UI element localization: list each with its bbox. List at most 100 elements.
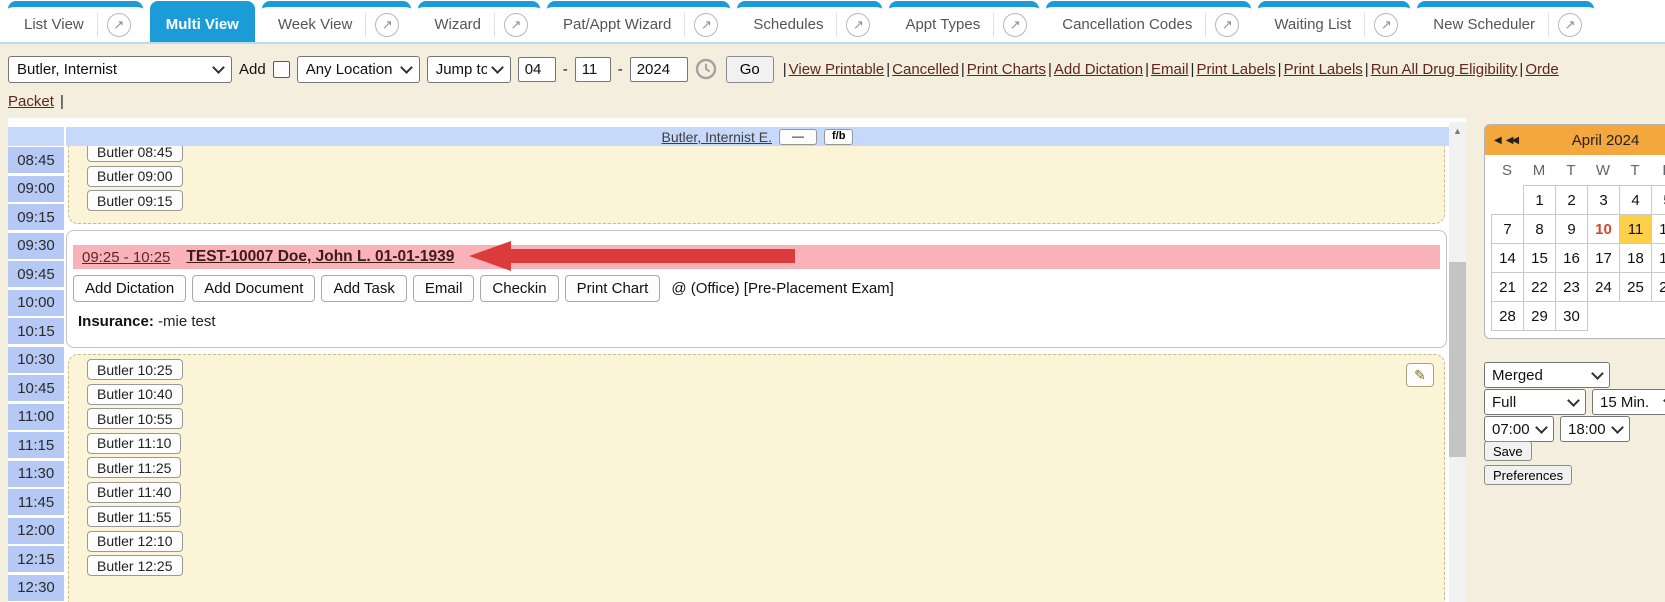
tab-week-view[interactable]: Week View↗ xyxy=(262,1,411,42)
toolbar-link-orde[interactable]: Orde xyxy=(1525,61,1558,78)
open-slot-button-butler-12-25[interactable]: Butler 12:25 xyxy=(87,555,183,576)
calendar-day-2[interactable]: 2 xyxy=(1555,185,1588,215)
clock-icon[interactable] xyxy=(695,57,719,81)
tab-cancellation-codes[interactable]: Cancellation Codes↗ xyxy=(1046,1,1251,42)
go-button[interactable]: Go xyxy=(726,56,774,83)
preferences-button[interactable]: Preferences xyxy=(1484,465,1572,485)
calendar-day-3[interactable]: 3 xyxy=(1587,185,1620,215)
scroll-up-arrow-icon[interactable]: ▲ xyxy=(1449,122,1466,139)
toolbar-link-email[interactable]: Email xyxy=(1151,61,1189,78)
open-slot-button-butler-09-00[interactable]: Butler 09:00 xyxy=(87,166,183,187)
interval-select[interactable]: 15 Min. xyxy=(1592,389,1665,415)
year-input[interactable]: 2024 xyxy=(630,57,688,82)
view-mode-select[interactable]: Merged xyxy=(1484,362,1610,388)
calendar-day-4[interactable]: 4 xyxy=(1619,185,1652,215)
prev-year-icon[interactable]: ◀◀ xyxy=(1506,135,1517,146)
open-in-new-icon[interactable]: ↗ xyxy=(375,13,399,37)
open-in-new-icon[interactable]: ↗ xyxy=(694,13,718,37)
calendar-day-10[interactable]: 10 xyxy=(1587,214,1620,244)
open-in-new-icon[interactable]: ↗ xyxy=(107,13,131,37)
calendar-day-8[interactable]: 8 xyxy=(1523,214,1556,244)
tab-pat-appt-wizard[interactable]: Pat/Appt Wizard↗ xyxy=(547,1,730,42)
toolbar-link-add-dictation[interactable]: Add Dictation xyxy=(1054,61,1143,78)
add-document-button[interactable]: Add Document xyxy=(192,275,315,302)
open-in-new-icon[interactable]: ↗ xyxy=(1374,13,1398,37)
day-end-select[interactable]: 18:00 xyxy=(1560,416,1630,442)
day-input[interactable]: 11 xyxy=(575,57,611,82)
calendar-day-24[interactable]: 24 xyxy=(1587,272,1620,302)
prev-month-icon[interactable]: ◀ xyxy=(1494,135,1500,146)
add-task-button[interactable]: Add Task xyxy=(321,275,406,302)
toolbar-link-print-labels[interactable]: Print Labels xyxy=(1284,61,1363,78)
calendar-day-16[interactable]: 16 xyxy=(1555,243,1588,273)
calendar-day-15[interactable]: 15 xyxy=(1523,243,1556,273)
provider-select[interactable]: Butler, Internist xyxy=(8,56,232,83)
tab-multi-view[interactable]: Multi View xyxy=(150,1,255,42)
open-slot-button-butler-11-25[interactable]: Butler 11:25 xyxy=(87,457,181,478)
calendar-day-26[interactable]: 26 xyxy=(1651,272,1665,302)
calendar-day-5[interactable]: 5 xyxy=(1651,185,1665,215)
tab-list-view[interactable]: List View↗ xyxy=(8,1,143,42)
save-button[interactable]: Save xyxy=(1484,441,1532,461)
add-dictation-button[interactable]: Add Dictation xyxy=(73,275,186,302)
open-in-new-icon[interactable]: ↗ xyxy=(1215,13,1239,37)
toolbar-link-cancelled[interactable]: Cancelled xyxy=(892,61,959,78)
open-slot-button-butler-10-55[interactable]: Butler 10:55 xyxy=(87,408,183,429)
email-button[interactable]: Email xyxy=(413,275,475,302)
open-slot-button-butler-10-25[interactable]: Butler 10:25 xyxy=(87,359,183,380)
size-select[interactable]: Full xyxy=(1484,389,1586,415)
calendar-day-1[interactable]: 1 xyxy=(1523,185,1556,215)
calendar-day-7[interactable]: 7 xyxy=(1491,214,1524,244)
packet-link[interactable]: Packet xyxy=(8,93,54,110)
open-in-new-icon[interactable]: ↗ xyxy=(846,13,870,37)
tab-appt-types[interactable]: Appt Types↗ xyxy=(889,1,1039,42)
edit-pencil-icon[interactable]: ✎ xyxy=(1406,363,1434,387)
provider-header-link[interactable]: Butler, Internist E. xyxy=(662,129,773,145)
day-start-select[interactable]: 07:00 xyxy=(1484,416,1554,442)
calendar-day-23[interactable]: 23 xyxy=(1555,272,1588,302)
toolbar-link-view-printable[interactable]: View Printable xyxy=(789,61,885,78)
tab-new-scheduler[interactable]: New Scheduler↗ xyxy=(1417,1,1594,42)
calendar-day-25[interactable]: 25 xyxy=(1619,272,1652,302)
add-checkbox[interactable] xyxy=(273,61,290,78)
tab-waiting-list[interactable]: Waiting List↗ xyxy=(1258,1,1410,42)
toolbar-link-print-charts[interactable]: Print Charts xyxy=(967,61,1046,78)
calendar-day-11[interactable]: 11 xyxy=(1619,214,1652,244)
month-input[interactable]: 04 xyxy=(518,57,556,82)
calendar-day-14[interactable]: 14 xyxy=(1491,243,1524,273)
checkin-button[interactable]: Checkin xyxy=(480,275,558,302)
open-in-new-icon[interactable]: ↗ xyxy=(504,13,528,37)
tab-schedules[interactable]: Schedules↗ xyxy=(737,1,882,42)
print-chart-button[interactable]: Print Chart xyxy=(565,275,661,302)
patient-link[interactable]: TEST-10007 Doe, John L. 01-01-1939 xyxy=(186,248,454,266)
open-slot-button-butler-11-10[interactable]: Butler 11:10 xyxy=(87,433,181,454)
calendar-day-18[interactable]: 18 xyxy=(1619,243,1652,273)
calendar-day-29[interactable]: 29 xyxy=(1523,301,1556,331)
calendar-day-19[interactable]: 19 xyxy=(1651,243,1665,273)
open-slot-button-butler-09-15[interactable]: Butler 09:15 xyxy=(87,190,183,211)
appointment-time-link[interactable]: 09:25 - 10:25 xyxy=(82,249,170,266)
calendar-day-28[interactable]: 28 xyxy=(1491,301,1524,331)
calendar-day-21[interactable]: 21 xyxy=(1491,272,1524,302)
open-slot-button-butler-11-55[interactable]: Butler 11:55 xyxy=(87,506,181,527)
toolbar-link-run-all-drug-eligibility[interactable]: Run All Drug Eligibility xyxy=(1371,61,1518,78)
calendar-day-9[interactable]: 9 xyxy=(1555,214,1588,244)
open-slot-button-butler-12-10[interactable]: Butler 12:10 xyxy=(87,531,183,552)
fb-button[interactable]: f/b xyxy=(824,129,853,145)
open-slot-button-butler-11-40[interactable]: Butler 11:40 xyxy=(87,482,181,503)
collapse-column-button[interactable]: — xyxy=(779,129,817,145)
scrollbar-thumb[interactable] xyxy=(1449,262,1466,457)
link-separator: | xyxy=(1278,61,1282,78)
calendar-day-17[interactable]: 17 xyxy=(1587,243,1620,273)
calendar-day-22[interactable]: 22 xyxy=(1523,272,1556,302)
open-slot-button-butler-10-40[interactable]: Butler 10:40 xyxy=(87,384,183,405)
tab-wizard[interactable]: Wizard↗ xyxy=(418,1,540,42)
toolbar-link-print-labels[interactable]: Print Labels xyxy=(1196,61,1275,78)
jump-to-select[interactable]: Jump to xyxy=(427,56,511,83)
calendar-day-30[interactable]: 30 xyxy=(1555,301,1588,331)
calendar-day-12[interactable]: 12 xyxy=(1651,214,1665,244)
location-select[interactable]: Any Location xyxy=(297,56,420,83)
open-in-new-icon[interactable]: ↗ xyxy=(1558,13,1582,37)
vertical-scrollbar[interactable]: ▲ xyxy=(1449,122,1466,602)
open-in-new-icon[interactable]: ↗ xyxy=(1003,13,1027,37)
